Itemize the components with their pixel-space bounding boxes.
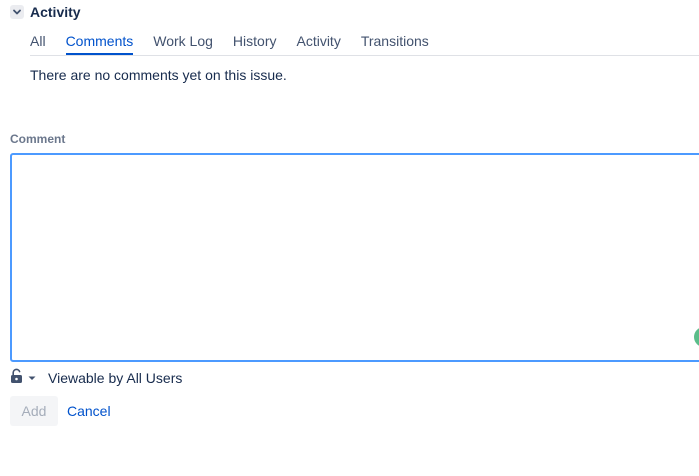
caret-down-icon	[28, 369, 36, 387]
tab-work-log[interactable]: Work Log	[153, 30, 213, 52]
tab-activity[interactable]: Activity	[296, 30, 340, 52]
activity-section-header[interactable]: Activity	[10, 3, 81, 21]
comment-visibility: Viewable by All Users	[10, 368, 183, 389]
tab-history[interactable]: History	[233, 30, 277, 52]
visibility-dropdown[interactable]	[10, 368, 36, 389]
section-title: Activity	[30, 4, 81, 20]
chevron-down-icon[interactable]	[10, 5, 24, 19]
cancel-button[interactable]: Cancel	[67, 396, 111, 426]
tab-all[interactable]: All	[30, 30, 46, 52]
comment-textarea[interactable]	[10, 153, 699, 362]
tab-comments[interactable]: Comments	[65, 30, 133, 55]
activity-panel: Activity All Comments Work Log History A…	[0, 0, 699, 476]
comment-label: Comment	[10, 132, 66, 146]
empty-comments-message: There are no comments yet on this issue.	[30, 67, 287, 83]
comment-actions: Add Cancel	[10, 396, 111, 426]
activity-tabs: All Comments Work Log History Activity T…	[30, 30, 699, 56]
add-button[interactable]: Add	[10, 396, 58, 426]
visibility-text: Viewable by All Users	[48, 370, 183, 386]
unlock-icon	[10, 368, 24, 389]
tab-transitions[interactable]: Transitions	[361, 30, 429, 52]
